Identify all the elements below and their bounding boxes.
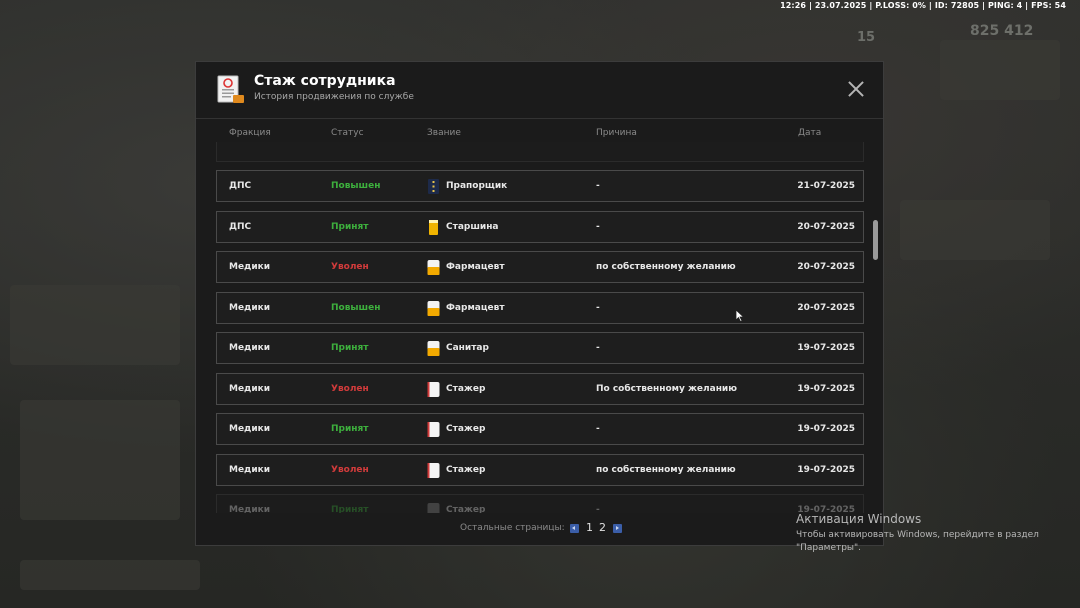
- history-list[interactable]: ДПС Повышен Прапорщик - 21-07-2025 ДПС Принят С…: [216, 142, 864, 513]
- yellow-stripe-icon: [429, 219, 438, 235]
- row-status: Принят: [331, 221, 369, 232]
- row-reason: по собственному желанию: [596, 262, 736, 272]
- white-red-icon: [427, 422, 440, 437]
- row-faction: Медики: [229, 424, 271, 434]
- modal-header: Стаж сотрудника История продвижения по с…: [196, 62, 883, 119]
- navy-rank-icon: [428, 179, 439, 194]
- table-row: Медики Принят Стажер - 19-07-2025: [216, 413, 864, 445]
- modal-title: Стаж сотрудника: [254, 73, 396, 89]
- row-status: Уволен: [331, 383, 369, 394]
- row-reason: -: [596, 505, 600, 513]
- row-rank: Прапорщик: [446, 181, 508, 191]
- row-faction: Медики: [229, 383, 271, 394]
- row-reason: по собственному желанию: [596, 464, 736, 475]
- bg-panel: [10, 285, 180, 365]
- row-faction: Медики: [229, 302, 271, 313]
- employee-history-modal: Стаж сотрудника История продвижения по с…: [195, 61, 884, 546]
- yellow-white-icon: [427, 260, 440, 275]
- row-faction: ДПС: [229, 221, 252, 232]
- row-reason: По собственному желанию: [596, 383, 737, 394]
- row-faction: ДПС: [229, 181, 252, 191]
- next-page-icon[interactable]: [613, 524, 622, 533]
- row-status: Принят: [331, 505, 369, 513]
- row-date: 19-07-2025: [797, 464, 855, 475]
- yellow-white-icon: [427, 341, 440, 356]
- row-date: 21-07-2025: [797, 181, 855, 191]
- row-status: Уволен: [331, 464, 369, 475]
- bg-panel: [20, 560, 200, 590]
- row-rank: Стажер: [446, 424, 486, 434]
- row-faction: Медики: [229, 464, 271, 475]
- bg-panel: [20, 400, 180, 520]
- row-rank: Стажер: [446, 464, 486, 475]
- row-reason: -: [596, 424, 600, 434]
- table-row: Медики Повышен Фармацевт - 20-07-2025: [216, 291, 864, 324]
- close-icon[interactable]: [846, 79, 866, 99]
- column-headers: Фракция Статус Звание Причина Дата: [196, 128, 883, 140]
- col-reason: Причина: [596, 128, 637, 138]
- table-row: Медики Принят Санитар - 19-07-2025: [216, 332, 864, 364]
- row-date: 19-07-2025: [797, 424, 855, 434]
- table-row: ДПС Принят Старшина - 20-07-2025: [216, 210, 864, 243]
- row-rank: Старшина: [446, 221, 499, 232]
- col-rank: Звание: [427, 128, 461, 138]
- col-faction: Фракция: [229, 128, 271, 138]
- row-rank: Фармацевт: [446, 262, 505, 272]
- bg-level: 15: [857, 30, 876, 45]
- table-row: ДПС Повышен Прапорщик - 21-07-2025: [216, 170, 864, 202]
- row-rank: Санитар: [446, 343, 489, 353]
- pager-label: Остальные страницы:: [460, 523, 565, 533]
- row-date: 20-07-2025: [797, 221, 855, 232]
- scrollbar[interactable]: [873, 220, 878, 260]
- document-icon: [217, 75, 244, 103]
- row-status: Принят: [331, 424, 369, 434]
- row-date: 19-07-2025: [797, 343, 855, 353]
- row-status: Уволен: [331, 262, 369, 272]
- table-row: Медики Принят Стажер - 19-07-2025: [216, 494, 864, 513]
- table-row: [216, 142, 864, 162]
- white-red-icon: [427, 381, 440, 397]
- row-status: Повышен: [331, 181, 381, 191]
- page-2-button[interactable]: 2: [599, 521, 606, 534]
- gray-icon: [427, 503, 440, 513]
- activation-line-2: "Параметры".: [796, 543, 862, 553]
- activation-title: Активация Windows: [796, 512, 922, 526]
- row-rank: Фармацевт: [446, 302, 505, 313]
- table-row: Медики Уволен Стажер по собственному желани…: [216, 453, 864, 486]
- row-date: 20-07-2025: [797, 262, 855, 272]
- row-status: Повышен: [331, 302, 381, 313]
- activation-line-1: Чтобы активировать Windows, перейдите в …: [796, 530, 1039, 540]
- row-reason: -: [596, 221, 600, 232]
- row-faction: Медики: [229, 505, 271, 513]
- row-date: 19-07-2025: [797, 505, 855, 513]
- row-reason: -: [596, 181, 600, 191]
- mouse-cursor-icon: [735, 309, 745, 323]
- hud-status: 12:26 | 23.07.2025 | P.LOSS: 0% | ID: 72…: [780, 1, 1066, 10]
- col-date: Дата: [798, 128, 822, 138]
- windows-activation-notice: Активация Windows Чтобы активировать Win…: [796, 512, 1039, 555]
- row-reason: -: [596, 302, 600, 313]
- row-rank: Стажер: [446, 505, 486, 513]
- page-1-button[interactable]: 1: [586, 521, 593, 534]
- table-row: Медики Уволен Стажер По собственному желани…: [216, 372, 864, 405]
- bg-panel: [900, 200, 1050, 260]
- row-faction: Медики: [229, 343, 271, 353]
- prev-page-icon[interactable]: [570, 524, 579, 533]
- col-status: Статус: [331, 128, 364, 138]
- row-faction: Медики: [229, 262, 271, 272]
- yellow-white-icon: [427, 300, 440, 316]
- row-date: 20-07-2025: [797, 302, 855, 313]
- pagination: Остальные страницы: 1 2: [196, 521, 883, 536]
- table-row: Медики Уволен Фармацевт по собственному жел…: [216, 251, 864, 283]
- row-status: Принят: [331, 343, 369, 353]
- row-reason: -: [596, 343, 600, 353]
- white-red-icon: [427, 462, 440, 478]
- bg-panel: [940, 40, 1060, 100]
- modal-subtitle: История продвижения по службе: [254, 92, 414, 102]
- row-rank: Стажер: [446, 383, 486, 394]
- row-date: 19-07-2025: [797, 383, 855, 394]
- bg-money: 825 412: [970, 23, 1034, 39]
